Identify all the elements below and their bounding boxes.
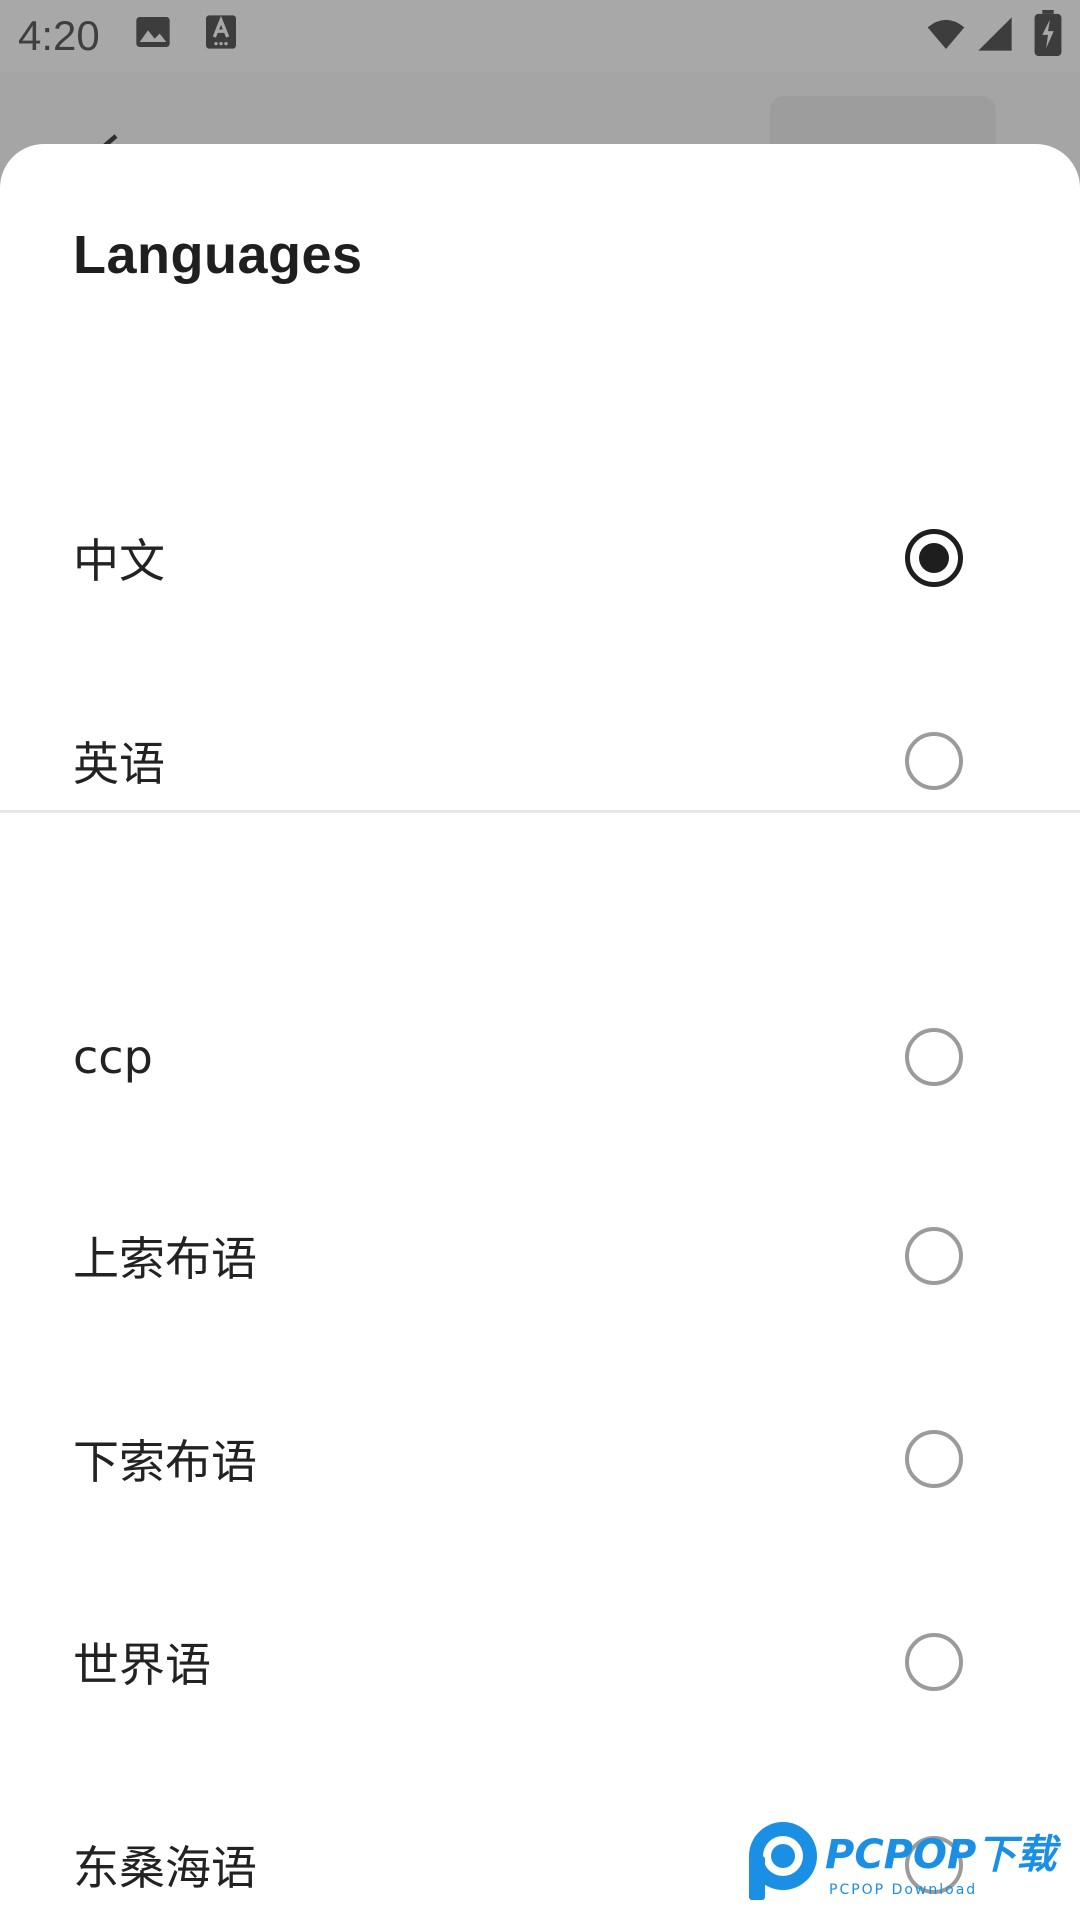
- section-divider: [0, 810, 1080, 813]
- language-option-english[interactable]: 英语: [0, 661, 1080, 861]
- language-option-label: 上索布语: [73, 1232, 257, 1286]
- language-option-label: 世界语: [73, 1638, 211, 1692]
- language-option-label: 英语: [73, 737, 165, 791]
- wifi-icon: [922, 14, 970, 54]
- language-option-lower-sorbian[interactable]: 下索布语: [0, 1359, 1080, 1559]
- language-option-label: ccp: [73, 1030, 153, 1084]
- sheet-title: Languages: [73, 225, 363, 285]
- svg-text:PCPOP下载: PCPOP下载: [825, 1832, 1061, 1878]
- language-option-label: 东桑海语: [73, 1841, 257, 1895]
- status-bar: 4:20: [0, 0, 1080, 72]
- radio-button[interactable]: [905, 1227, 963, 1285]
- screen: 4:20 Languages 中文 英语 ccp 上索布语 下索布语 世界语 东…: [0, 0, 1080, 1920]
- svg-text:PCPOP Download: PCPOP Download: [829, 1882, 977, 1898]
- pcpop-watermark-logo: PCPOP下载 PCPOP Download: [745, 1818, 1075, 1902]
- language-option-label: 下索布语: [73, 1435, 257, 1489]
- language-option-ccp[interactable]: ccp: [0, 957, 1080, 1157]
- radio-button[interactable]: [905, 732, 963, 790]
- language-option-label: 中文: [73, 534, 165, 588]
- signal-icon: [975, 14, 1015, 54]
- languages-bottom-sheet: Languages 中文 英语 ccp 上索布语 下索布语 世界语 东桑海语: [0, 144, 1080, 1920]
- language-option-chinese[interactable]: 中文: [0, 458, 1080, 658]
- radio-button[interactable]: [905, 1028, 963, 1086]
- language-option-upper-sorbian[interactable]: 上索布语: [0, 1156, 1080, 1356]
- battery-charging-icon: [1033, 10, 1063, 56]
- radio-button-selected[interactable]: [905, 529, 963, 587]
- gallery-icon: [133, 12, 173, 52]
- radio-button[interactable]: [905, 1430, 963, 1488]
- keyboard-a-icon: [201, 12, 241, 52]
- radio-button[interactable]: [905, 1633, 963, 1691]
- language-option-esperanto[interactable]: 世界语: [0, 1562, 1080, 1762]
- status-time: 4:20: [18, 12, 100, 59]
